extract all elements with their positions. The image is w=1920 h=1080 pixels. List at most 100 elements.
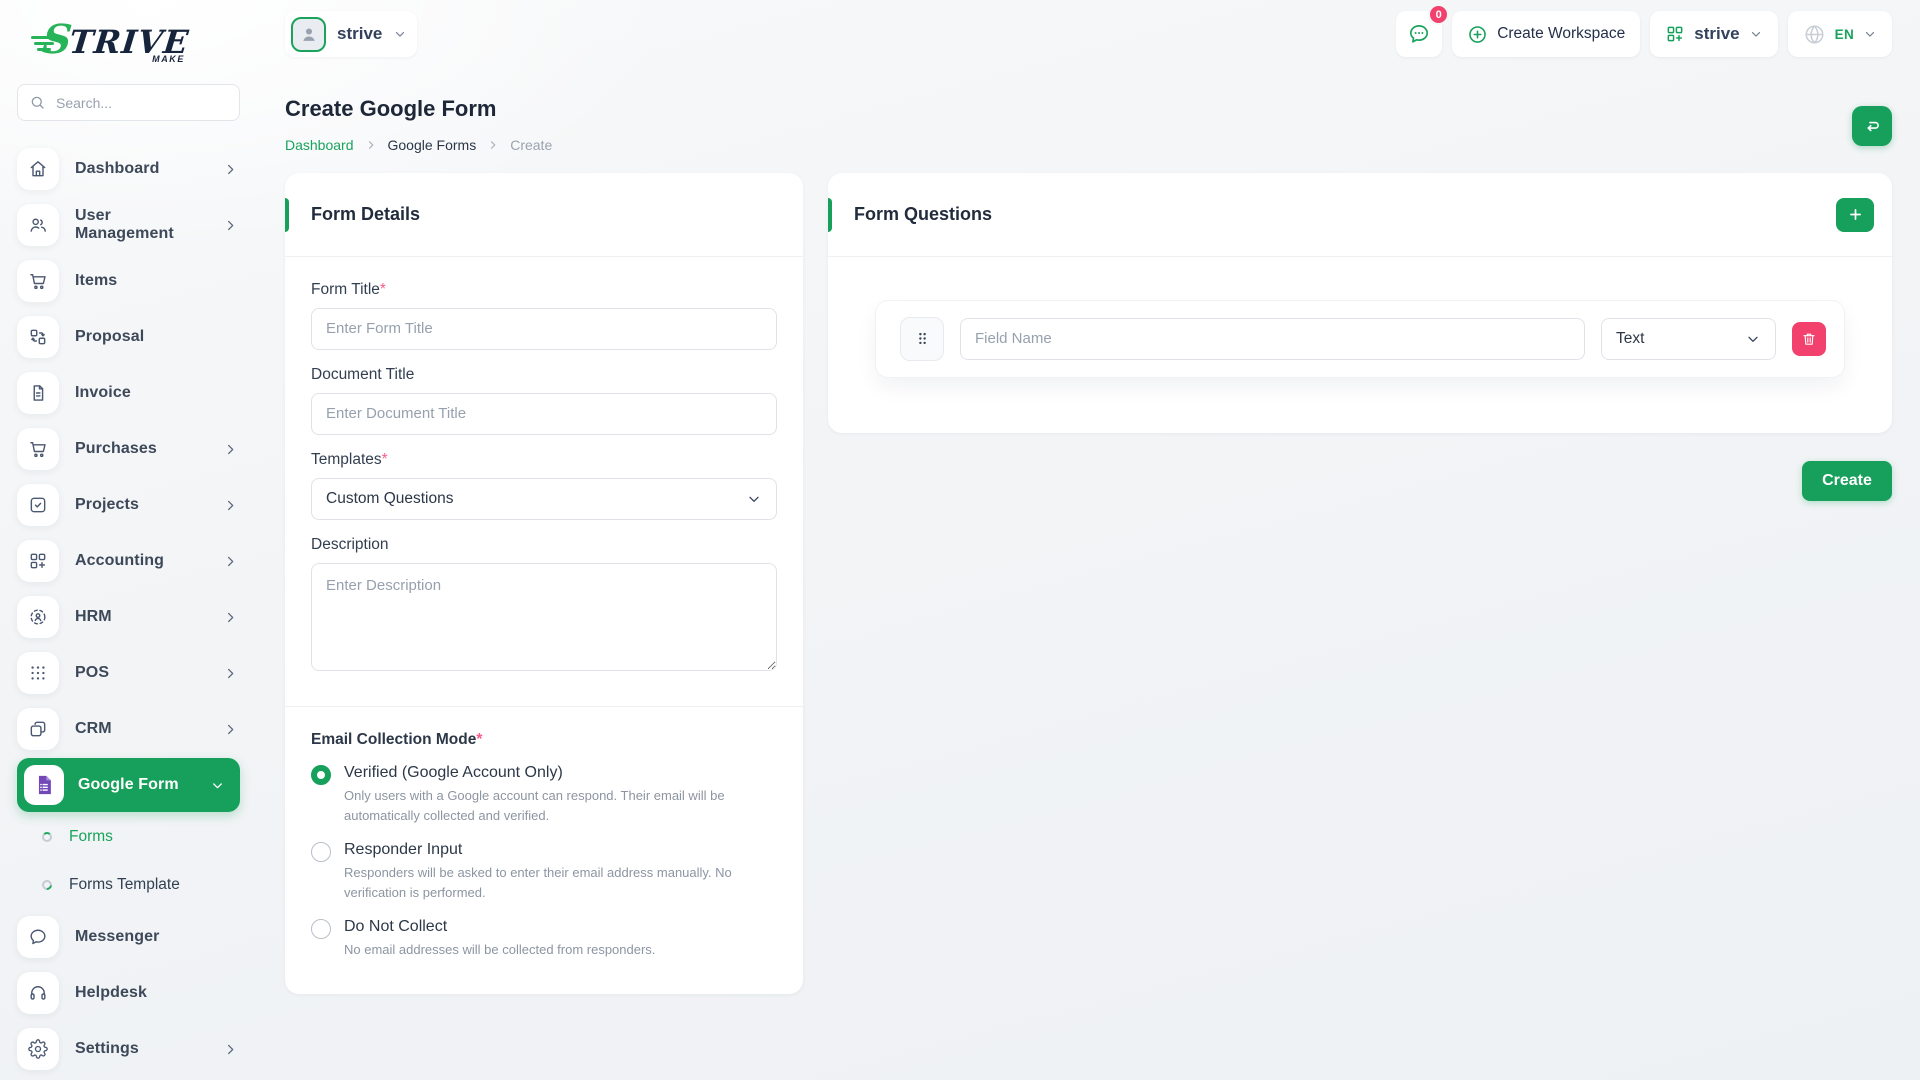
email-collection-mode-label: Email Collection Mode*: [311, 731, 777, 749]
plus-icon: [1847, 206, 1864, 223]
workspace-switcher[interactable]: strive: [1650, 11, 1777, 57]
drag-handle[interactable]: [900, 317, 944, 361]
description-textarea[interactable]: [311, 563, 777, 671]
strive-logo: STRIVE MAKE: [43, 14, 203, 68]
document-title-input[interactable]: [311, 393, 777, 435]
chevron-right-icon: [223, 666, 238, 681]
radio-unselected[interactable]: [311, 919, 331, 939]
check-square-icon: [17, 484, 59, 526]
chevron-right-icon: [365, 139, 377, 151]
required-marker: *: [382, 451, 388, 468]
card-title: Form Questions: [854, 204, 992, 225]
radio-option-responder-input[interactable]: Responder Input Responders will be asked…: [311, 841, 777, 903]
document-title-label: Document Title: [311, 366, 777, 384]
chevron-down-icon: [210, 778, 225, 793]
workspace-selector[interactable]: strive: [285, 11, 417, 57]
return-arrow-icon: [1862, 116, 1882, 136]
workspace-avatar: [291, 17, 326, 52]
form-title-input[interactable]: [311, 308, 777, 350]
breadcrumb: Dashboard Google Forms Create: [285, 137, 1892, 153]
create-workspace-button[interactable]: Create Workspace: [1452, 11, 1640, 57]
sidebar-item-messenger[interactable]: Messenger: [17, 909, 240, 965]
chevron-right-icon: [223, 218, 238, 233]
home-icon: [17, 148, 59, 190]
main-content: Create Google Form Dashboard Google Form…: [285, 88, 1892, 994]
chevron-right-icon: [223, 1042, 238, 1057]
sidebar-item-invoice[interactable]: Invoice: [17, 365, 240, 421]
chevron-right-icon: [223, 610, 238, 625]
chevron-down-icon: [1863, 27, 1877, 41]
swap-boxes-icon: [17, 316, 59, 358]
templates-select[interactable]: Custom Questions: [311, 478, 777, 520]
sidebar-item-user-management[interactable]: User Management: [17, 197, 240, 253]
notifications-badge: 0: [1428, 4, 1449, 25]
card-title: Form Details: [311, 204, 420, 225]
language-selector[interactable]: EN: [1788, 11, 1892, 57]
top-header: strive 0 Create Workspace strive: [285, 10, 1892, 58]
plus-circle-icon: [1467, 24, 1488, 45]
sidebar-item-google-form[interactable]: Google Form: [17, 758, 240, 812]
templates-label: Templates*: [311, 451, 777, 469]
required-marker: *: [476, 731, 482, 748]
drag-dots-icon: [914, 330, 931, 347]
radio-unselected[interactable]: [311, 842, 331, 862]
chevron-down-icon: [746, 491, 762, 507]
google-form-icon: [24, 765, 64, 805]
question-row: Text: [876, 301, 1844, 377]
sidebar-nav: Dashboard User Management Items Proposal: [17, 141, 240, 1077]
radio-selected[interactable]: [311, 765, 331, 785]
cart-icon: [17, 260, 59, 302]
back-button[interactable]: [1852, 106, 1892, 146]
sidebar-item-proposal[interactable]: Proposal: [17, 309, 240, 365]
sidebar-item-crm[interactable]: CRM: [17, 701, 240, 757]
delete-question-button[interactable]: [1792, 322, 1826, 356]
sidebar-item-projects[interactable]: Projects: [17, 477, 240, 533]
chevron-right-icon: [223, 442, 238, 457]
chat-dots-icon: [1407, 22, 1431, 46]
sidebar-search: [17, 84, 240, 121]
sidebar-item-purchases[interactable]: Purchases: [17, 421, 240, 477]
breadcrumb-google-forms[interactable]: Google Forms: [388, 137, 477, 153]
sidebar-item-hrm[interactable]: HRM: [17, 589, 240, 645]
breadcrumb-dashboard[interactable]: Dashboard: [285, 137, 354, 153]
search-input[interactable]: [54, 94, 228, 112]
page-title: Create Google Form: [285, 96, 1892, 122]
trash-icon: [1801, 331, 1817, 347]
sidebar-item-items[interactable]: Items: [17, 253, 240, 309]
globe-icon: [1803, 23, 1826, 46]
form-details-card: Form Details Form Title* Document Title …: [285, 173, 803, 995]
circle-notch-icon: [42, 832, 52, 842]
add-question-button[interactable]: [1836, 198, 1874, 232]
users-icon: [17, 204, 59, 246]
sidebar-item-accounting[interactable]: Accounting: [17, 533, 240, 589]
field-type-select[interactable]: Text: [1601, 318, 1776, 360]
sidebar-item-dashboard[interactable]: Dashboard: [17, 141, 240, 197]
form-details-header: Form Details: [285, 173, 803, 257]
chevron-down-icon: [1745, 331, 1761, 347]
description-label: Description: [311, 536, 777, 554]
logo-subtext: MAKE: [152, 54, 185, 64]
header-actions: 0 Create Workspace strive EN: [1396, 11, 1892, 57]
sidebar-subitem-forms[interactable]: Forms: [17, 813, 240, 861]
sidebar-subitem-forms-template[interactable]: Forms Template: [17, 861, 240, 909]
overlapping-squares-icon: [17, 708, 59, 750]
messages-button[interactable]: 0: [1396, 11, 1442, 57]
radio-option-do-not-collect[interactable]: Do Not Collect No email addresses will b…: [311, 918, 777, 960]
cart-icon: [17, 428, 59, 470]
chevron-right-icon: [223, 498, 238, 513]
sidebar-item-settings[interactable]: Settings: [17, 1021, 240, 1077]
create-form-button[interactable]: Create: [1802, 461, 1892, 501]
grid-plus-icon: [1665, 24, 1685, 44]
chevron-right-icon: [223, 554, 238, 569]
sidebar-item-helpdesk[interactable]: Helpdesk: [17, 965, 240, 1021]
chevron-down-icon: [393, 27, 407, 41]
chevron-down-icon: [1749, 27, 1763, 41]
chevron-right-icon: [487, 139, 499, 151]
radio-option-verified[interactable]: Verified (Google Account Only) Only user…: [311, 764, 777, 826]
field-name-input[interactable]: [960, 318, 1585, 360]
circle-notch-icon: [40, 878, 54, 892]
sidebar-item-pos[interactable]: POS: [17, 645, 240, 701]
chevron-right-icon: [223, 722, 238, 737]
section-divider: [285, 706, 803, 707]
headphones-icon: [17, 972, 59, 1014]
